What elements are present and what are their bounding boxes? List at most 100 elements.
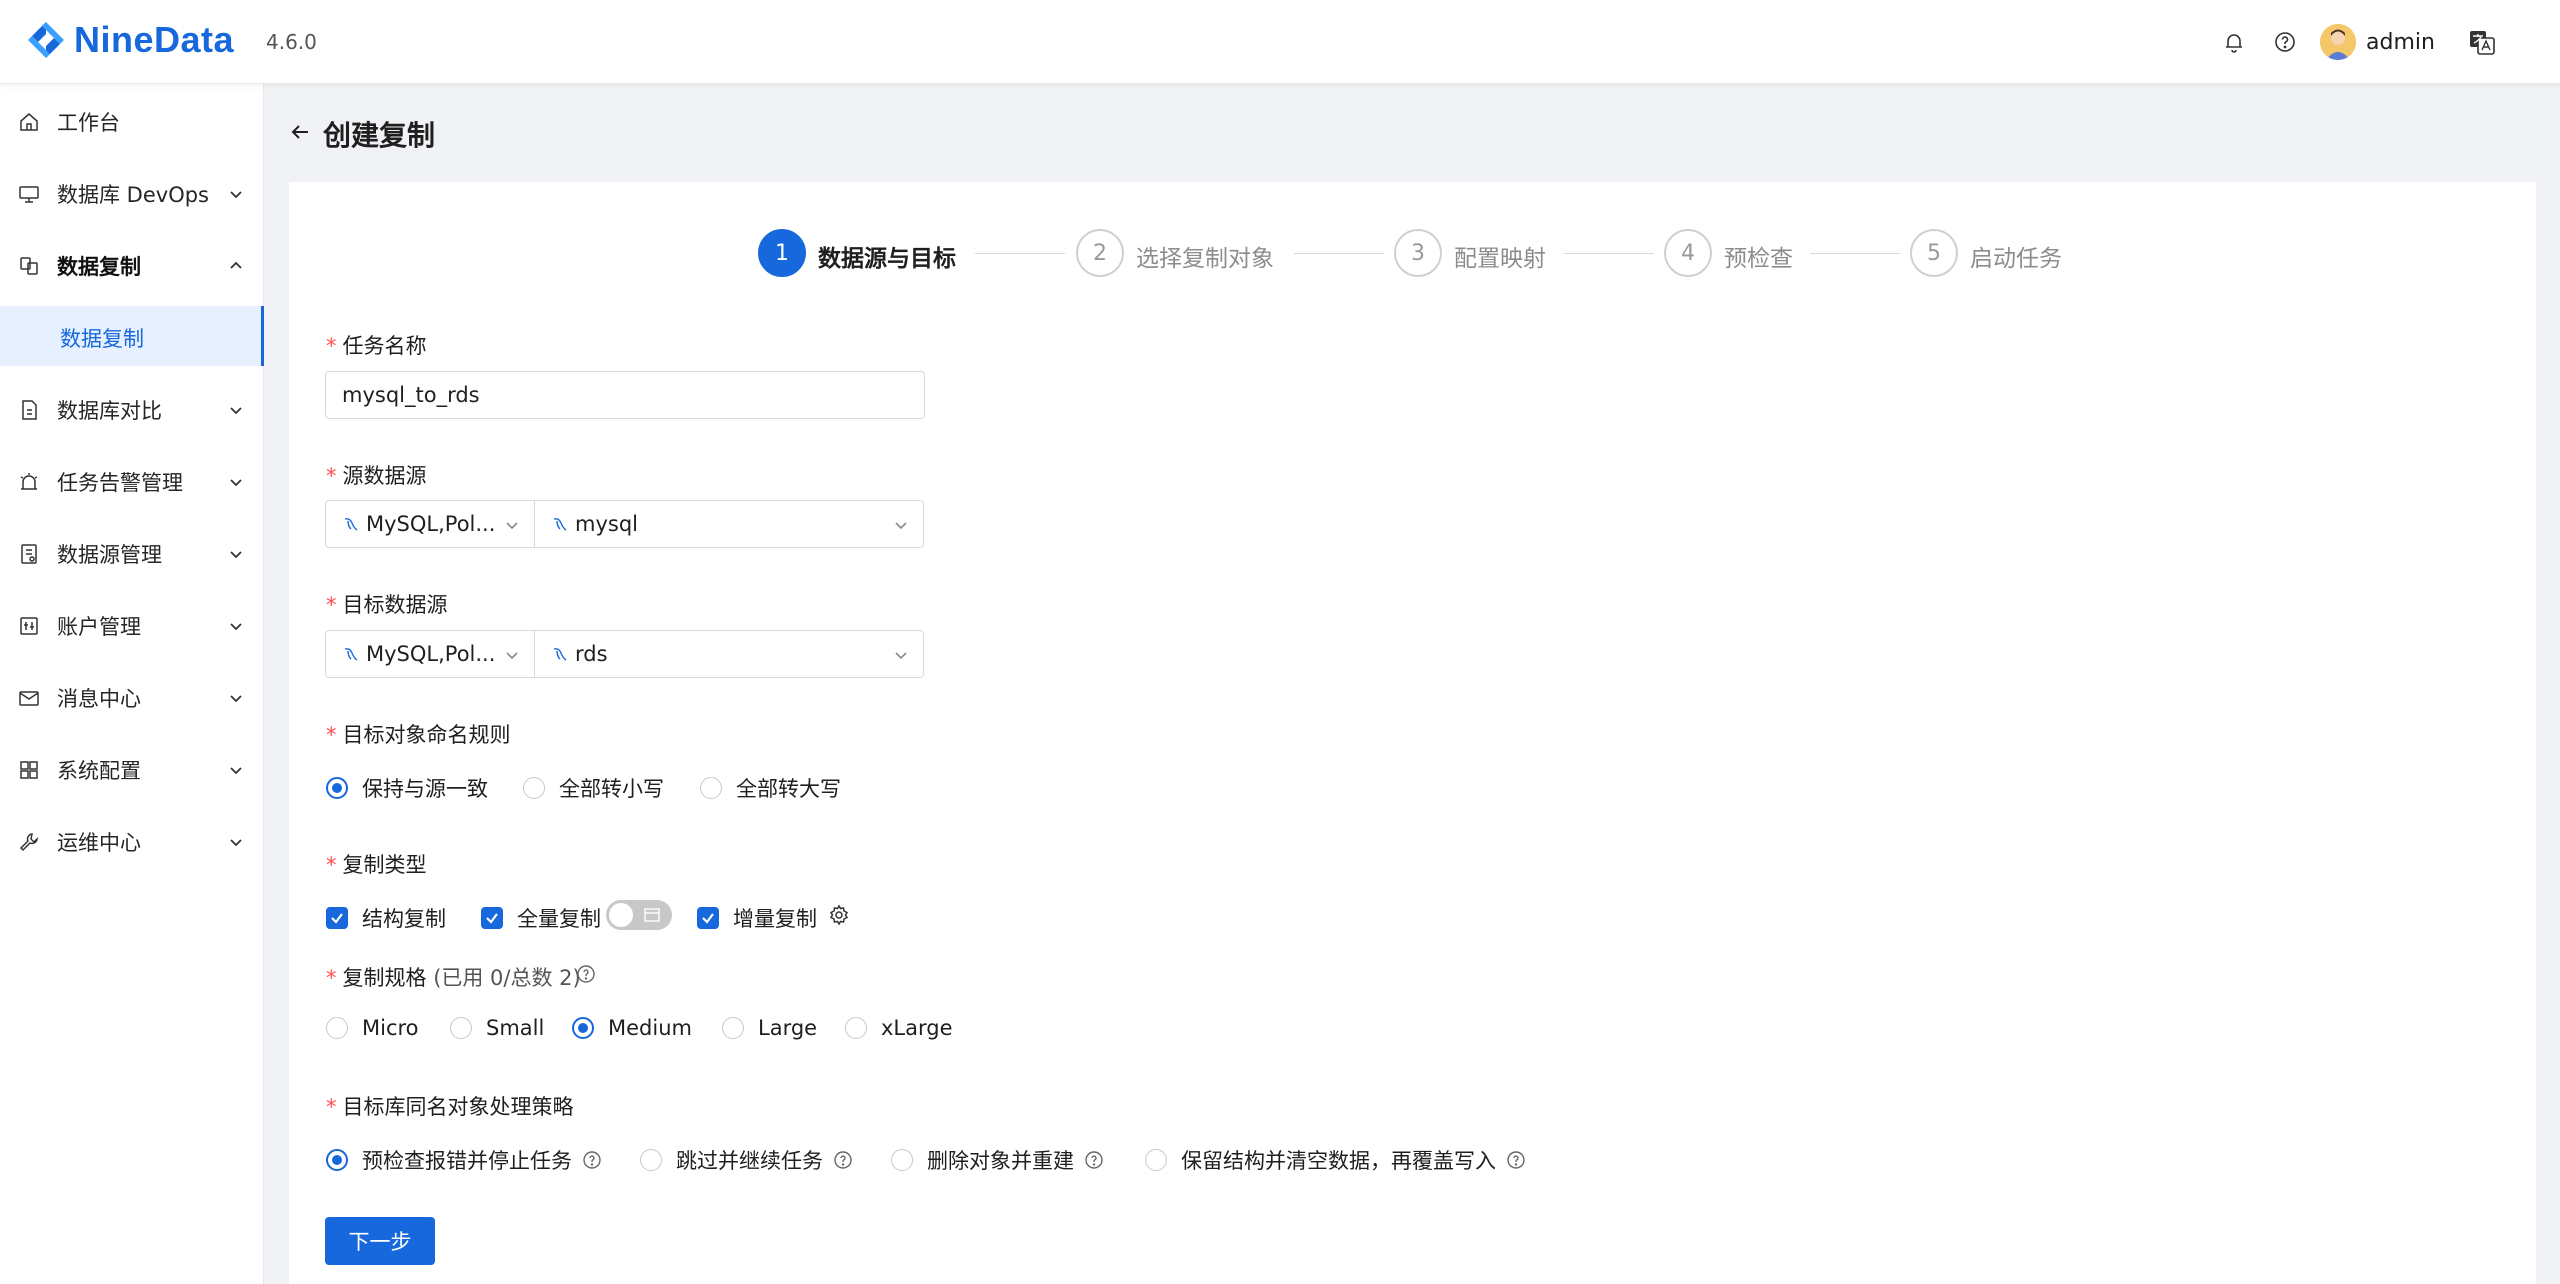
sidebar-item-label: 工作台 bbox=[57, 111, 120, 135]
monitor-icon bbox=[19, 186, 39, 203]
radio-checked bbox=[326, 1149, 348, 1171]
target-label: * 目标数据源 bbox=[326, 593, 448, 617]
chevron-down-icon bbox=[230, 623, 242, 631]
copy-type-incremental[interactable]: 增量复制 bbox=[697, 903, 817, 933]
translate-icon[interactable] bbox=[2468, 28, 2496, 56]
naming-option-lower[interactable]: 全部转小写 bbox=[523, 773, 664, 803]
step-2-label: 选择复制对象 bbox=[1136, 246, 1274, 272]
help-icon[interactable] bbox=[2273, 30, 2297, 54]
radio-unchecked bbox=[1145, 1149, 1167, 1171]
spec-option-xlarge[interactable]: xLarge bbox=[845, 1016, 953, 1040]
bell-icon[interactable] bbox=[2222, 30, 2246, 54]
radio-unchecked bbox=[523, 777, 545, 799]
help-icon[interactable] bbox=[582, 1150, 602, 1170]
sidebar-item-compare[interactable]: 数据库对比 bbox=[0, 382, 264, 438]
radio-checked bbox=[326, 777, 348, 799]
sidebar-item-replication[interactable]: 数据复制 bbox=[0, 238, 264, 294]
copy-type-full[interactable]: 全量复制 bbox=[481, 903, 601, 933]
source-datasource-select[interactable]: mysql bbox=[534, 500, 924, 548]
conflict-option-drop-recreate[interactable]: 删除对象并重建 bbox=[891, 1145, 1104, 1175]
sidebar-item-devops[interactable]: 数据库 DevOps bbox=[0, 166, 264, 222]
task-name-label: * 任务名称 bbox=[326, 334, 427, 358]
step-connector bbox=[1810, 253, 1900, 254]
help-icon[interactable] bbox=[833, 1150, 853, 1170]
settings-gear-icon[interactable] bbox=[828, 904, 850, 926]
spec-option-medium[interactable]: Medium bbox=[572, 1016, 692, 1040]
spec-quota: (已用 0/总数 2) bbox=[433, 966, 581, 990]
check-icon bbox=[702, 913, 714, 924]
help-icon[interactable] bbox=[1506, 1150, 1526, 1170]
conflict-option-error-stop[interactable]: 预检查报错并停止任务 bbox=[326, 1145, 602, 1175]
datasource-icon bbox=[21, 544, 37, 564]
spec-option-large[interactable]: Large bbox=[722, 1016, 817, 1040]
mysql-icon bbox=[344, 518, 358, 531]
sidebar-item-alerts[interactable]: 任务告警管理 bbox=[0, 454, 264, 510]
sidebar-item-system[interactable]: 系统配置 bbox=[0, 742, 264, 798]
naming-option-upper[interactable]: 全部转大写 bbox=[700, 773, 841, 803]
sidebar-item-messages[interactable]: 消息中心 bbox=[0, 670, 264, 726]
sidebar-item-label: 账户管理 bbox=[57, 615, 141, 639]
step-5-number: 5 bbox=[1910, 229, 1958, 277]
sidebar-subitem-label: 数据复制 bbox=[60, 327, 144, 351]
table-icon bbox=[644, 908, 660, 922]
spec-label: * 复制规格 (已用 0/总数 2) bbox=[326, 966, 581, 990]
sidebar-item-workbench[interactable]: 工作台 bbox=[0, 94, 264, 150]
next-button[interactable]: 下一步 bbox=[325, 1217, 435, 1265]
replicate-icon bbox=[20, 257, 38, 275]
chevron-down-icon bbox=[506, 522, 518, 530]
avatar[interactable] bbox=[2320, 24, 2356, 60]
radio-unchecked bbox=[700, 777, 722, 799]
back-arrow-icon[interactable] bbox=[288, 120, 312, 144]
sidebar-item-account[interactable]: 账户管理 bbox=[0, 598, 264, 654]
chevron-up-icon bbox=[230, 261, 242, 269]
mysql-icon bbox=[344, 648, 358, 661]
full-copy-toggle[interactable] bbox=[606, 900, 672, 930]
step-2-number: 2 bbox=[1076, 229, 1124, 277]
sidebar-item-label: 消息中心 bbox=[57, 687, 141, 711]
conflict-option-skip[interactable]: 跳过并继续任务 bbox=[640, 1145, 853, 1175]
naming-option-keep[interactable]: 保持与源一致 bbox=[326, 773, 488, 803]
sidebar-item-label: 系统配置 bbox=[57, 759, 141, 783]
sidebar-item-datasource[interactable]: 数据源管理 bbox=[0, 526, 264, 582]
chevron-down-icon bbox=[895, 522, 907, 530]
user-name[interactable]: admin bbox=[2366, 30, 2435, 55]
mysql-icon bbox=[553, 518, 567, 531]
sidebar-item-label: 数据源管理 bbox=[57, 543, 162, 567]
sidebar-subitem-replication[interactable]: 数据复制 bbox=[0, 306, 264, 366]
checkbox-checked bbox=[326, 907, 348, 929]
chevron-down-icon bbox=[230, 839, 242, 847]
task-name-input[interactable]: mysql_to_rds bbox=[325, 371, 925, 419]
compare-icon bbox=[22, 400, 37, 420]
help-icon[interactable] bbox=[1084, 1150, 1104, 1170]
help-icon[interactable] bbox=[576, 964, 596, 984]
spec-option-micro[interactable]: Micro bbox=[326, 1016, 419, 1040]
target-type-select[interactable]: MySQL,Pol... bbox=[325, 630, 535, 678]
radio-checked bbox=[572, 1017, 594, 1039]
user-avatar-icon bbox=[2320, 24, 2356, 60]
home-icon bbox=[20, 113, 38, 131]
top-header: NineData 4.6.0 admin bbox=[0, 0, 2560, 84]
conflict-label: * 目标库同名对象处理策略 bbox=[326, 1095, 574, 1119]
conflict-option-truncate-overwrite[interactable]: 保留结构并清空数据，再覆盖写入 bbox=[1145, 1145, 1526, 1175]
spec-option-small[interactable]: Small bbox=[450, 1016, 544, 1040]
step-3-label: 配置映射 bbox=[1454, 246, 1546, 272]
chevron-down-icon bbox=[230, 551, 242, 559]
account-icon bbox=[20, 617, 38, 635]
checkbox-checked bbox=[481, 907, 503, 929]
target-datasource-select[interactable]: rds bbox=[534, 630, 924, 678]
checkbox-checked bbox=[697, 907, 719, 929]
sidebar: 工作台 数据库 DevOps 数据复制 数据复制 数据库对比 任务告警管理 数据… bbox=[0, 84, 264, 1284]
chevron-down-icon bbox=[506, 652, 518, 660]
version-label: 4.6.0 bbox=[266, 30, 317, 54]
source-type-select[interactable]: MySQL,Pol... bbox=[325, 500, 535, 548]
copy-type-structure[interactable]: 结构复制 bbox=[326, 903, 446, 933]
radio-unchecked bbox=[722, 1017, 744, 1039]
chevron-down-icon bbox=[230, 695, 242, 703]
radio-unchecked bbox=[450, 1017, 472, 1039]
sidebar-item-ops[interactable]: 运维中心 bbox=[0, 814, 264, 870]
sidebar-item-label: 数据复制 bbox=[57, 255, 141, 279]
brand-logo[interactable]: NineData bbox=[24, 18, 234, 62]
chevron-down-icon bbox=[230, 479, 242, 487]
target-type-value: MySQL,Pol... bbox=[366, 642, 496, 666]
mail-icon bbox=[19, 691, 39, 706]
